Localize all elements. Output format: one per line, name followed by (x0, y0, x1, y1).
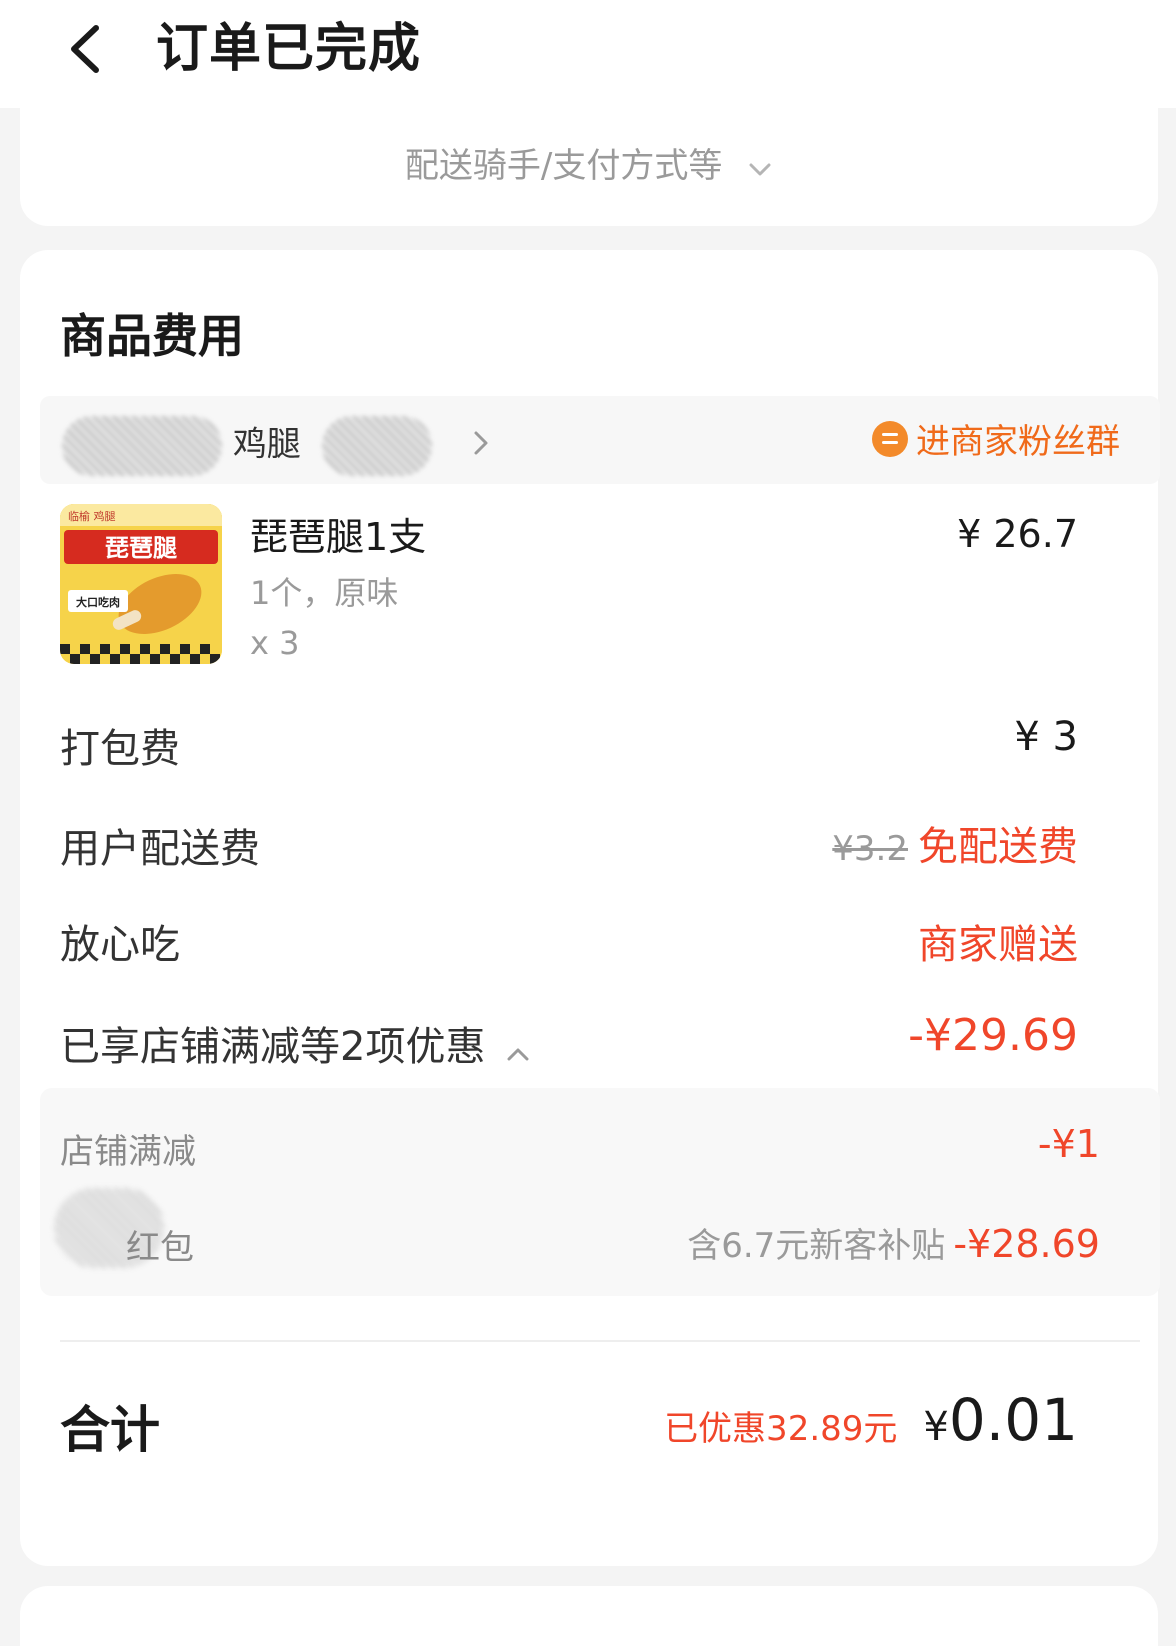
assure-label: 放心吃 (60, 922, 180, 968)
store-name-label: 鸡腿 (232, 424, 301, 465)
expand-details-label: 配送骑手/支付方式等 (404, 146, 723, 186)
total-value: ¥0.01 (923, 1386, 1078, 1454)
discount-redpacket-label: 红包 (126, 1228, 194, 1268)
chevron-up-icon (506, 1026, 530, 1072)
delivery-fee-label: 用户配送费 (60, 826, 260, 872)
redacted-store-suffix (321, 416, 432, 476)
store-link[interactable]: 鸡腿 (62, 416, 490, 476)
packing-fee-label: 打包费 (60, 726, 180, 772)
total-number: 0.01 (948, 1386, 1078, 1454)
discount-summary-label: 已享店铺满减等2项优惠 (60, 1024, 486, 1070)
thumb-headline: 琵琶腿 (105, 534, 177, 562)
discount-details: 店铺满减 -¥1 红包 含6.7元新客补贴 -¥28.69 (40, 1088, 1160, 1296)
store-bar: 鸡腿 进商家粉丝群 (40, 396, 1160, 484)
thumb-badge: 大口吃肉 (76, 595, 120, 609)
divider (60, 1340, 1140, 1342)
assure-value: 商家赠送 (918, 922, 1078, 968)
product-quantity: x 3 (250, 624, 300, 662)
total-saved: 已优惠32.89元 (664, 1409, 898, 1449)
discount-summary-value: -¥29.69 (908, 1010, 1078, 1061)
delivery-original-price: ¥3.2 (832, 829, 908, 869)
chevron-right-icon (472, 426, 490, 466)
page-title: 订单已完成 (156, 19, 422, 79)
free-delivery-label: 免配送费 (918, 824, 1078, 870)
fan-group-icon (872, 420, 908, 457)
next-card (20, 1586, 1158, 1646)
total-amount: 已优惠32.89元 ¥0.01 (664, 1386, 1078, 1454)
back-button[interactable] (58, 14, 118, 84)
total-label: 合计 (60, 1401, 160, 1459)
discount-redpacket-value: 含6.7元新客补贴 -¥28.69 (687, 1218, 1100, 1267)
redacted-store-prefix (62, 416, 222, 476)
packing-fee-value: ¥ 3 (1014, 714, 1078, 760)
fan-group-label: 进商家粉丝群 (916, 422, 1120, 462)
subsidy-note: 含6.7元新客补贴 (687, 1226, 946, 1266)
product-price: ¥ 26.7 (957, 512, 1078, 556)
order-info-card: 配送骑手/支付方式等 (20, 108, 1158, 226)
expand-details-link[interactable]: 配送骑手/支付方式等 (20, 138, 1158, 188)
product-spec: 1个，原味 (250, 574, 399, 612)
redpacket-amount: -¥28.69 (953, 1222, 1100, 1266)
back-arrow-icon (71, 25, 99, 73)
top-bar: 订单已完成 (0, 0, 1176, 108)
chevron-down-icon (747, 148, 773, 188)
thumb-brand: 临榆 鸡腿 (68, 509, 116, 523)
fan-group-link[interactable]: 进商家粉丝群 (872, 414, 1120, 463)
product-thumbnail[interactable]: 临榆 鸡腿 琵琶腿 大口吃肉 (60, 504, 222, 664)
product-name[interactable]: 琵琶腿1支 (250, 506, 426, 561)
discount-store-value: -¥1 (1037, 1122, 1100, 1166)
delivery-fee-value: ¥3.2 免配送费 (832, 814, 1078, 872)
section-title: 商品费用 (60, 309, 244, 363)
fees-card: 商品费用 鸡腿 进商家粉丝群 临榆 鸡腿 琵琶腿 大口吃肉 琵琶腿1支 1个，原… (20, 250, 1160, 1566)
discount-store-label: 店铺满减 (60, 1132, 196, 1172)
discount-summary-toggle[interactable]: 已享店铺满减等2项优惠 (60, 1014, 530, 1072)
currency-symbol: ¥ (923, 1404, 949, 1450)
